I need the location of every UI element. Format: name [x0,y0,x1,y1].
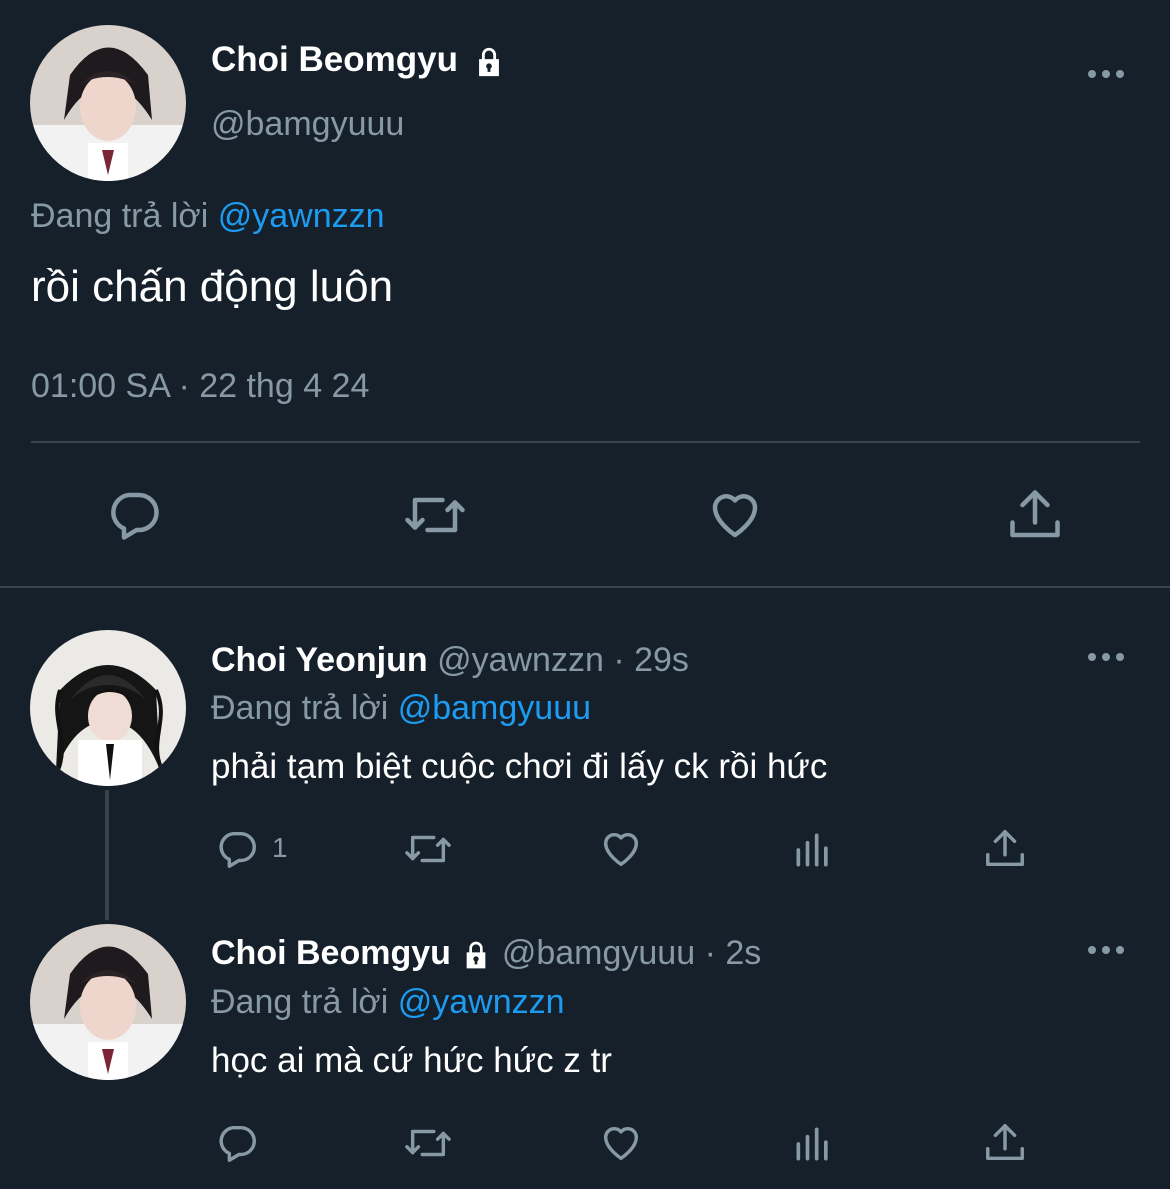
replying-to-handle[interactable]: @yawnzzn [398,983,565,1021]
avatar[interactable] [30,630,186,786]
replying-to: Đang trả lời @yawnzzn [211,982,565,1022]
author-name[interactable]: Choi Beomgyu [211,40,506,80]
more-icon[interactable] [1088,946,1124,954]
tweet-text: học ai mà cứ hức hức z tr [211,1041,612,1080]
reply-header: Choi Beomgyu @bamgyuuu · 2s [211,933,761,973]
reply-time[interactable]: · 29s [613,641,689,679]
retweet-icon[interactable] [402,485,468,545]
like-icon[interactable] [597,826,645,872]
avatar[interactable] [30,924,186,1080]
tweet-timestamp[interactable]: 01:00 SA · 22 thg 4 24 [31,366,369,406]
like-icon[interactable] [704,485,766,545]
replying-to-handle[interactable]: @yawnzzn [218,197,385,235]
reply-icon[interactable] [214,826,260,872]
share-icon[interactable] [982,1120,1028,1166]
views-icon[interactable] [791,828,835,872]
tweet-text: phải tạm biệt cuộc chơi đi lấy ck rồi hứ… [211,747,828,786]
replying-to: Đang trả lời @bamgyuuu [211,688,591,728]
lock-icon [460,939,492,971]
views-icon[interactable] [791,1122,835,1166]
replying-to-handle[interactable]: @bamgyuuu [398,689,591,727]
retweet-icon[interactable] [402,826,454,872]
replying-to: Đang trả lời @yawnzzn [31,196,385,236]
author-name-text[interactable]: Choi Beomgyu [211,40,458,79]
author-handle[interactable]: @bamgyuuu [211,104,404,144]
avatar[interactable] [30,25,186,181]
more-icon[interactable] [1088,70,1124,78]
divider [31,441,1140,443]
reply-header: Choi Yeonjun @yawnzzn · 29s [211,640,689,680]
replying-prefix: Đang trả lời [31,197,209,235]
author-handle[interactable]: @bamgyuuu [502,934,695,972]
replying-prefix: Đang trả lời [211,689,389,727]
reply-count: 1 [272,832,288,863]
like-icon[interactable] [597,1120,645,1166]
reply-icon[interactable] [214,1120,260,1166]
tweet-text: rồi chấn động luôn [31,262,394,311]
author-name[interactable]: Choi Yeonjun [211,641,428,679]
reply-icon[interactable] [104,485,164,545]
section-divider [0,586,1170,588]
share-icon[interactable] [982,826,1028,872]
reply-time[interactable]: · 2s [705,934,762,972]
replying-prefix: Đang trả lời [211,983,389,1021]
author-name[interactable]: Choi Beomgyu [211,934,451,972]
lock-icon [472,45,506,79]
thread-line [105,790,109,920]
retweet-icon[interactable] [402,1120,454,1166]
author-handle[interactable]: @yawnzzn [437,641,604,679]
more-icon[interactable] [1088,653,1124,661]
share-icon[interactable] [1005,485,1065,545]
